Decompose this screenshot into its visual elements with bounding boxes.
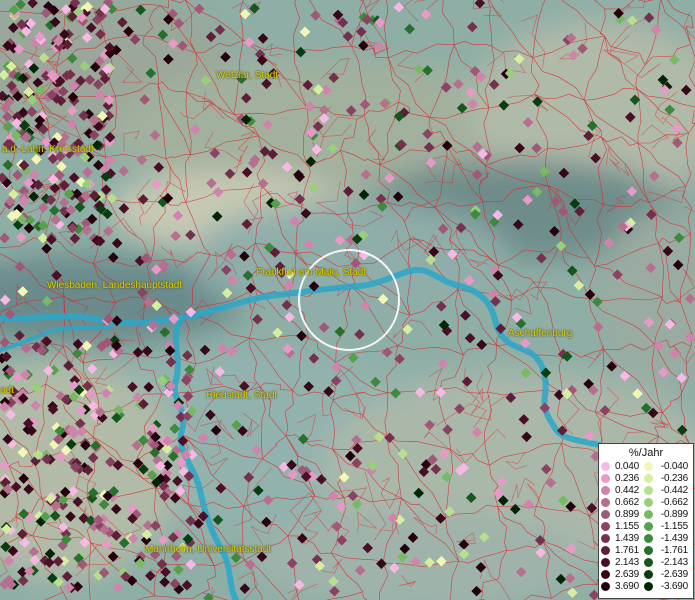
legend-value-negative: -2.143 bbox=[660, 556, 688, 568]
legend-row: 0.236 -0.236 bbox=[601, 472, 688, 484]
legend-swatch-positive bbox=[601, 545, 610, 555]
legend-swatch-negative bbox=[644, 557, 653, 567]
legend-value-positive: 0.442 bbox=[614, 484, 639, 496]
legend-value-negative: -0.442 bbox=[660, 484, 688, 496]
map-view[interactable]: Wetzlar, Stadt a.d. Lahn, Kreisstadt Wie… bbox=[0, 0, 695, 600]
legend-swatch-positive bbox=[601, 473, 610, 483]
legend-swatch-negative bbox=[644, 461, 653, 471]
legend-value-positive: 0.040 bbox=[614, 460, 639, 472]
legend-row: 0.040 -0.040 bbox=[601, 460, 688, 472]
legend-value-positive: 1.761 bbox=[614, 544, 639, 556]
city-label-wiesbaden: Wiesbaden, Landeshauptstadt bbox=[47, 280, 183, 291]
legend-swatch-positive bbox=[601, 581, 610, 591]
city-label-wetzlar: Wetzlar, Stadt bbox=[216, 70, 279, 81]
legend-value-negative: -1.155 bbox=[660, 520, 688, 532]
legend-rows: 0.040 -0.040 0.236 -0.236 0.442 -0.442 0.662 -0… bbox=[601, 460, 688, 592]
legend-swatch-negative bbox=[644, 521, 653, 531]
legend-swatch-positive bbox=[601, 557, 610, 567]
map-canvas[interactable] bbox=[0, 0, 695, 600]
legend-swatch-positive bbox=[601, 533, 610, 543]
legend-swatch-negative bbox=[644, 497, 653, 507]
legend-swatch-positive bbox=[601, 509, 610, 519]
legend-value-positive: 0.899 bbox=[614, 508, 639, 520]
legend-value-positive: 2.143 bbox=[614, 556, 639, 568]
legend-row: 0.442 -0.442 bbox=[601, 484, 688, 496]
legend-row: 0.662 -0.662 bbox=[601, 496, 688, 508]
legend-value-positive: 1.155 bbox=[614, 520, 639, 532]
legend-value-positive: 0.662 bbox=[614, 496, 639, 508]
legend-value-negative: -2.639 bbox=[660, 568, 688, 580]
legend: %/Jahr 0.040 -0.040 0.236 -0.236 0.442 -0.442… bbox=[598, 443, 694, 599]
legend-value-negative: -1.439 bbox=[660, 532, 688, 544]
legend-swatch-positive bbox=[601, 521, 610, 531]
legend-value-positive: 2.639 bbox=[614, 568, 639, 580]
legend-swatch-positive bbox=[601, 569, 610, 579]
legend-swatch-negative bbox=[644, 581, 653, 591]
legend-row: 0.899 -0.899 bbox=[601, 508, 688, 520]
legend-swatch-positive bbox=[601, 461, 610, 471]
legend-swatch-negative bbox=[644, 485, 653, 495]
city-label-mannheim: Mannheim, Universitätsstadt bbox=[145, 544, 272, 555]
legend-swatch-negative bbox=[644, 473, 653, 483]
legend-swatch-negative bbox=[644, 533, 653, 543]
legend-row: 1.439 -1.439 bbox=[601, 532, 688, 544]
city-label-fragment: adt bbox=[0, 385, 14, 396]
legend-swatch-positive bbox=[601, 497, 610, 507]
legend-value-negative: -0.899 bbox=[660, 508, 688, 520]
legend-row: 2.143 -2.143 bbox=[601, 556, 688, 568]
legend-value-negative: -3.690 bbox=[660, 580, 688, 592]
legend-value-positive: 0.236 bbox=[614, 472, 639, 484]
legend-title: %/Jahr bbox=[628, 447, 664, 459]
legend-value-negative: -0.040 bbox=[660, 460, 688, 472]
legend-row: 1.155 -1.155 bbox=[601, 520, 688, 532]
legend-swatch-negative bbox=[644, 545, 653, 555]
city-label-lahn: a.d. Lahn, Kreisstadt bbox=[2, 144, 94, 155]
legend-swatch-negative bbox=[644, 509, 653, 519]
legend-value-positive: 3.690 bbox=[614, 580, 639, 592]
legend-value-negative: -0.236 bbox=[660, 472, 688, 484]
legend-value-positive: 1.439 bbox=[614, 532, 639, 544]
city-label-frankfurt: Frankfurt am Main, Stadt bbox=[256, 267, 367, 278]
legend-value-negative: -1.761 bbox=[660, 544, 688, 556]
legend-row: 3.690 -3.690 bbox=[601, 580, 688, 592]
legend-row: 2.639 -2.639 bbox=[601, 568, 688, 580]
city-label-aschaffenburg: Aschaffenburg bbox=[508, 328, 573, 339]
city-label-riedstadt: Riedstadt, Stadt bbox=[206, 390, 278, 401]
legend-row: 1.761 -1.761 bbox=[601, 544, 688, 556]
legend-swatch-positive bbox=[601, 485, 610, 495]
legend-value-negative: -0.662 bbox=[660, 496, 688, 508]
legend-swatch-negative bbox=[644, 569, 653, 579]
